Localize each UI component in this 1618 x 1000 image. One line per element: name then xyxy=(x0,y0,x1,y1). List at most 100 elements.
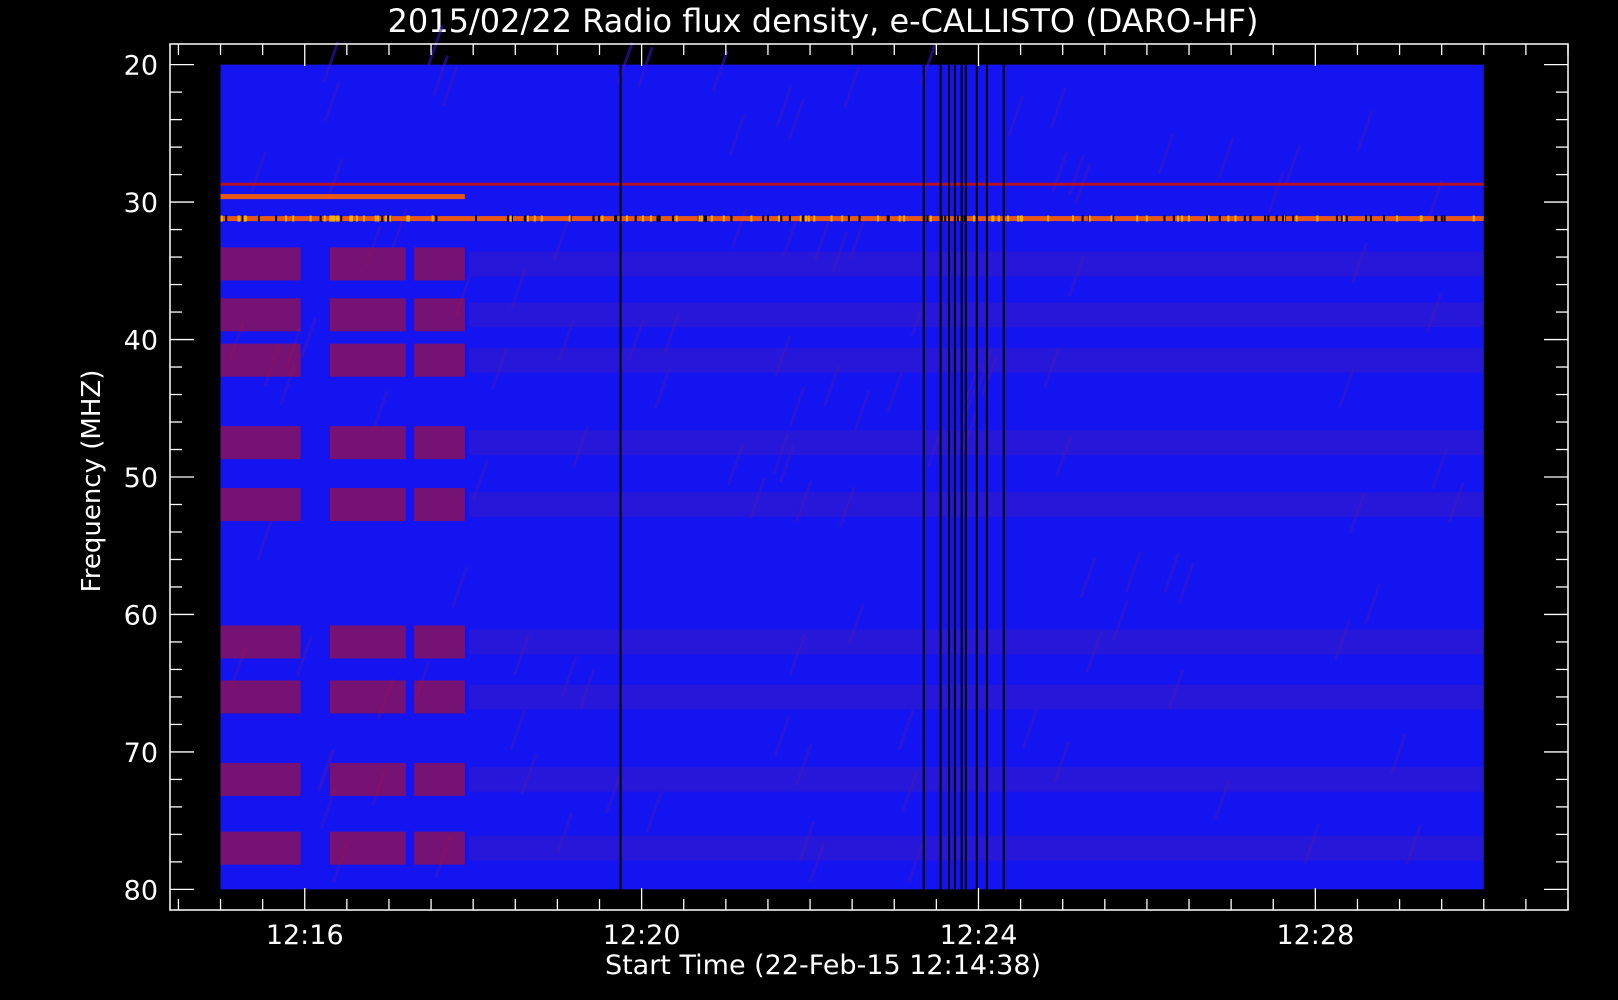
lane-speckle xyxy=(337,215,340,222)
lane-speckle xyxy=(1234,215,1237,222)
y-tick-label: 20 xyxy=(124,51,158,82)
interference-block xyxy=(220,762,301,796)
lane-speckle xyxy=(323,215,326,222)
lane-speckle xyxy=(658,215,661,222)
lane-speckle xyxy=(506,215,509,222)
interference-block xyxy=(414,625,465,659)
lane-speckle xyxy=(387,215,390,222)
y-axis-label: Frequency (MHZ) xyxy=(77,370,107,593)
interference-block xyxy=(414,680,465,714)
lane-speckle xyxy=(1227,215,1230,222)
lane-speckle xyxy=(887,215,890,222)
lane-speckle xyxy=(243,215,246,222)
lane-speckle xyxy=(1275,215,1278,222)
lane-speckle xyxy=(641,215,644,222)
lane-speckle xyxy=(220,215,223,222)
lane-speckle xyxy=(750,215,753,222)
interference-block xyxy=(330,298,406,332)
interference-block xyxy=(330,680,406,714)
lane-speckle xyxy=(1243,215,1246,222)
lane-speckle xyxy=(766,215,769,222)
lane-speckle xyxy=(1176,215,1179,222)
lane-speckle xyxy=(898,215,901,222)
lane-speckle xyxy=(762,215,765,222)
lane-speckle xyxy=(1420,215,1423,222)
x-tick-label: 12:20 xyxy=(603,920,681,951)
lane-speckle xyxy=(1264,215,1267,222)
y-tick-label: 60 xyxy=(124,600,158,631)
lane-speckle xyxy=(1472,215,1475,222)
lane-speckle xyxy=(523,215,526,222)
lane-speckle xyxy=(813,215,816,222)
chart-svg: 2015/02/22 Radio flux density, e-CALLIST… xyxy=(0,0,1618,1000)
lane-speckle xyxy=(381,215,384,222)
lane-speckle xyxy=(1295,215,1298,222)
spectrogram-plot xyxy=(220,24,1484,890)
lane-speckle xyxy=(319,215,322,222)
lane-speckle xyxy=(656,215,659,222)
lane-speckle xyxy=(972,215,975,222)
lane-speckle xyxy=(374,215,377,222)
spectrogram-chart: 2015/02/22 Radio flux density, e-CALLIST… xyxy=(0,0,1618,1000)
lane-speckle xyxy=(1292,215,1295,222)
interference-block xyxy=(330,343,406,377)
interference-block xyxy=(220,625,301,659)
lane-speckle xyxy=(1136,215,1139,222)
lane-speckle xyxy=(997,215,1000,222)
interference-block xyxy=(414,298,465,332)
x-axis-label: Start Time (22-Feb-15 12:14:38) xyxy=(605,950,1041,981)
lane-speckle xyxy=(634,215,637,222)
interference-block xyxy=(414,487,465,521)
lane-speckle xyxy=(649,215,652,222)
interference-block xyxy=(330,426,406,460)
lane-speckle xyxy=(704,215,707,222)
lane-speckle xyxy=(700,215,703,222)
lane-speckle xyxy=(275,215,278,222)
lane-speckle xyxy=(788,215,791,222)
lane-speckle xyxy=(1267,215,1270,222)
lane-speckle xyxy=(830,215,833,222)
lane-speckle xyxy=(944,215,947,222)
lane-speckle xyxy=(1007,215,1010,222)
emission-lane xyxy=(220,182,1484,186)
x-tick-label: 12:28 xyxy=(1276,920,1354,951)
lane-speckle xyxy=(1316,215,1319,222)
lane-speckle xyxy=(377,215,380,222)
x-tick-label: 12:24 xyxy=(940,920,1018,951)
lane-speckle xyxy=(1396,215,1399,222)
lane-speckle xyxy=(956,215,959,222)
interference-block xyxy=(330,247,406,281)
lane-speckle xyxy=(722,215,725,222)
interference-block xyxy=(330,625,406,659)
lane-speckle xyxy=(1081,215,1084,222)
lane-speckle xyxy=(1163,215,1166,222)
lane-speckle xyxy=(841,215,844,222)
lane-speckle xyxy=(1088,215,1091,222)
lane-speckle xyxy=(625,215,628,222)
lane-speckle xyxy=(698,215,701,222)
interference-block xyxy=(414,762,465,796)
interference-block xyxy=(220,831,301,865)
y-tick-label: 40 xyxy=(124,326,158,357)
lane-speckle xyxy=(1440,215,1443,222)
lane-speckle xyxy=(568,215,571,222)
lane-speckle xyxy=(1145,215,1148,222)
lane-speckle xyxy=(597,215,600,222)
lane-speckle xyxy=(847,215,850,222)
lane-speckle xyxy=(671,215,674,222)
interference-block xyxy=(220,247,301,281)
lane-speckle xyxy=(929,215,932,222)
lane-speckle xyxy=(1282,215,1285,222)
lane-speckle xyxy=(858,215,861,222)
lane-speckle xyxy=(805,215,808,222)
lane-speckle xyxy=(1071,215,1074,222)
interference-block xyxy=(414,426,465,460)
lane-speckle xyxy=(526,215,529,222)
lane-speckle xyxy=(992,215,995,222)
y-tick-label: 30 xyxy=(124,188,158,219)
lane-speckle xyxy=(1443,215,1446,222)
lane-speckle xyxy=(1383,215,1386,222)
lane-speckle xyxy=(474,215,477,222)
lane-speckle xyxy=(799,215,802,222)
lane-speckle xyxy=(1370,215,1373,222)
